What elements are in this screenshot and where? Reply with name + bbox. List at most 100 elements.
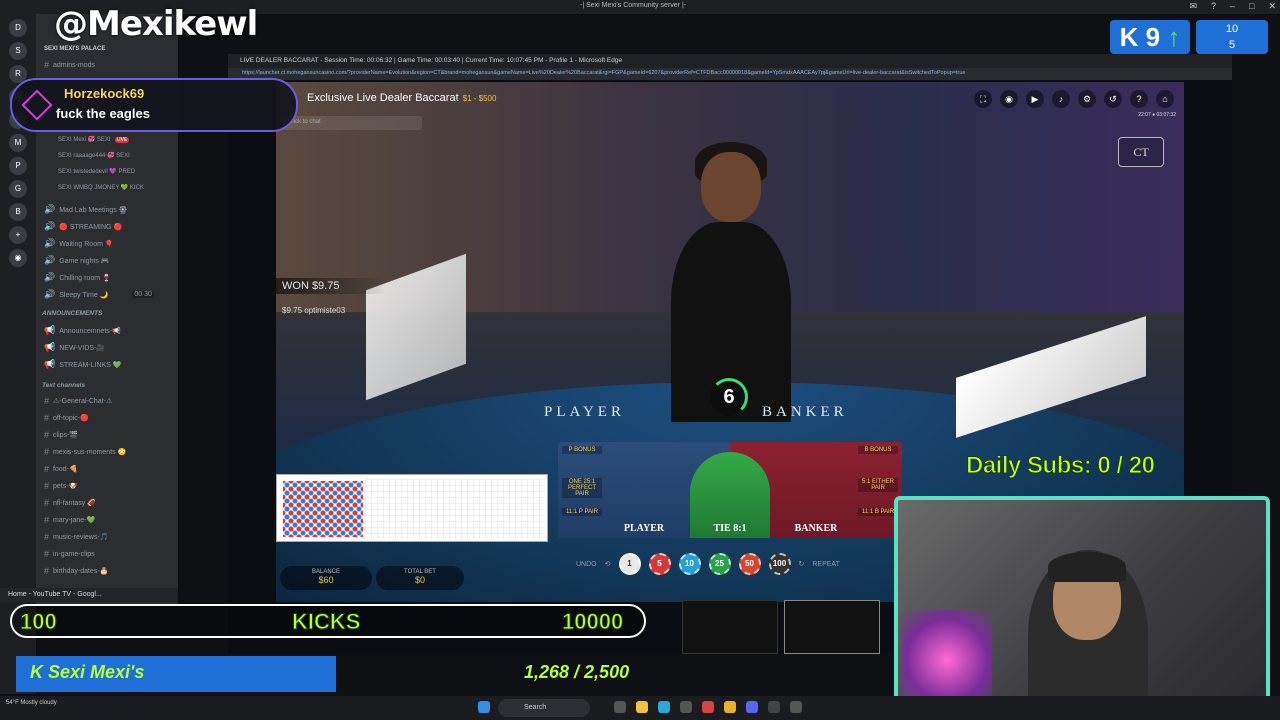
fullscreen-icon[interactable]: ⛶ (974, 90, 992, 108)
speaker-icon: 🔊 (44, 221, 56, 231)
camera-icon[interactable]: ◉ (1000, 90, 1018, 108)
server-icon[interactable]: P (9, 157, 27, 175)
server-icon[interactable]: B (9, 203, 27, 221)
discover-icon[interactable]: ◉ (9, 249, 27, 267)
side-p-pair[interactable]: 11:1 P PAIR (562, 508, 602, 516)
rgb-light (902, 610, 992, 710)
chat-input[interactable]: Click to chat (282, 116, 422, 130)
history-icon[interactable]: ↺ (1104, 90, 1122, 108)
server-name[interactable]: SEXI MEXI'S PALACE (44, 46, 105, 52)
video-icon[interactable]: ▶ (1026, 90, 1044, 108)
category-text-channels[interactable]: Text channels (42, 382, 85, 389)
side-either-pair[interactable]: 5:1 EITHER PAIR (858, 478, 898, 492)
voice-channel[interactable]: 🔊 🔴 STREAMING 🔴 (44, 221, 122, 232)
lobby-icon[interactable]: ⌂ (1156, 90, 1174, 108)
kick-followers-badge: K 9 ↑ (1110, 20, 1190, 54)
voice-channel[interactable]: 🔊 Chilling room 🍷 (44, 272, 111, 283)
chip-5[interactable]: 5 (648, 553, 671, 575)
chip-50[interactable]: 50 (738, 553, 761, 575)
voice-user[interactable]: SEXI WMBQ JMONEY 💚 KICK (58, 184, 144, 191)
chrome-icon[interactable] (724, 701, 736, 713)
settings-icon[interactable]: ⚙ (1078, 90, 1096, 108)
app-icon[interactable] (702, 701, 714, 713)
side-perfect-pair[interactable]: ONE 25:1 PERFECT PAIR (562, 478, 602, 498)
taskview-icon[interactable] (614, 701, 626, 713)
obs-icon[interactable] (768, 701, 780, 713)
chip-10[interactable]: 10 (678, 553, 701, 575)
side-b-pair[interactable]: 11:1 B PAIR (858, 508, 898, 516)
server-icon[interactable]: D (9, 19, 27, 37)
now-playing[interactable]: Home - YouTube TV - Googl... (0, 588, 178, 602)
server-icon[interactable]: M (9, 134, 27, 152)
voice-channel[interactable]: 🔊 Mad Lab Meetings 🎡 (44, 204, 127, 215)
text-channel[interactable]: # clips-🎬 (44, 430, 78, 440)
chip-100[interactable]: 100 (768, 553, 791, 575)
sound-icon[interactable]: ♪ (1052, 90, 1070, 108)
help-icon[interactable]: ? (1130, 90, 1148, 108)
game-thumbnail[interactable] (682, 600, 778, 654)
undo-icon[interactable]: ⟲ (605, 560, 611, 568)
text-channel[interactable]: # food-🍕 (44, 464, 78, 474)
chat-username: Horzekock69 (64, 86, 145, 101)
voice-channel[interactable]: 🔊 Game nights 🎮 (44, 255, 110, 266)
text-channel[interactable]: # pets-🐶 (44, 481, 77, 491)
game-thumbnail[interactable] (784, 600, 880, 654)
explorer-icon[interactable] (636, 701, 648, 713)
text-channel[interactable]: # ⚠-General-Chat-⚠ (44, 396, 112, 406)
ct-logo: CT (1118, 137, 1164, 167)
text-channel[interactable]: # nfl-fantasy 🏈 (44, 498, 96, 508)
side-p-bonus[interactable]: P BONUS (562, 446, 602, 454)
repeat-button[interactable]: REPEAT (812, 561, 840, 568)
category-announcements[interactable]: ANNOUNCEMENTS (42, 310, 102, 317)
speaker-icon: 🔊 (44, 272, 56, 282)
help-icon[interactable]: ? (1211, 1, 1216, 12)
chat-popup: Horzekock69 fuck the eagles (10, 78, 298, 132)
text-channel[interactable]: # in-game-clips (44, 549, 95, 559)
voice-user[interactable]: SEXI Mexi 💞 SEXI LIVE (58, 136, 130, 143)
discord-icon[interactable] (746, 701, 758, 713)
chip-25[interactable]: 25 (708, 553, 731, 575)
daily-subs-goal: Daily Subs: 0 / 20 (965, 452, 1155, 480)
hash-icon: # (44, 515, 50, 525)
text-channel[interactable]: # mary-jane-💚 (44, 515, 95, 525)
undo-button[interactable]: UNDO (576, 561, 597, 568)
taskbar-search[interactable]: Search (498, 699, 590, 717)
chip-tray: UNDO ⟲ 1 5 10 25 50 100 ↻ REPEAT (576, 552, 840, 576)
channel-stream-links[interactable]: 📢 STREAM-LINKS 💚 (44, 359, 122, 370)
text-channel[interactable]: # off-topic-🔴 (44, 413, 89, 423)
channel-new-vids[interactable]: 📢 NEW-VIDS-🎥 (44, 342, 105, 353)
channel-announcements[interactable]: 📢 Announcemnets-📢 (44, 325, 121, 336)
speaker-icon: 🔊 (44, 289, 56, 299)
server-icon[interactable]: S (9, 42, 27, 60)
voice-channel[interactable]: 🔊 Sleepy Time 🌙 00 30 (44, 289, 154, 300)
minimize-icon[interactable]: – (1230, 1, 1235, 12)
text-channel[interactable]: # birthday-dates-🎂 (44, 566, 108, 576)
window-title: -| Sexi Mexi's Community server |- (580, 2, 687, 9)
big-road (365, 479, 543, 539)
channel-admins-mods[interactable]: # admins-mods (44, 60, 95, 70)
text-channel[interactable]: # mexis-sus-moments 😳 (44, 447, 126, 457)
bet-tie[interactable]: TIE 8:1 (690, 452, 770, 538)
close-icon[interactable]: ✕ (1268, 1, 1276, 12)
scoreboard-roadmap[interactable] (276, 474, 548, 542)
address-bar[interactable]: https://launcher.ct.mohegansuncasino.com… (228, 68, 1232, 80)
server-icon[interactable]: G (9, 180, 27, 198)
text-channel[interactable]: # music-reviews-🎵 (44, 532, 108, 542)
voice-channel[interactable]: 🔊 Waiting Room 🎈 (44, 238, 114, 249)
edge-icon[interactable] (658, 701, 670, 713)
app-icon[interactable] (790, 701, 802, 713)
weather-widget[interactable]: 54°F Mostly cloudy (6, 700, 57, 706)
balance-display: BALANCE $60 (280, 566, 372, 590)
voice-user[interactable]: SEXI raaaage444 💞 SEXI (58, 152, 130, 159)
windows-start-icon[interactable] (478, 701, 490, 713)
repeat-icon[interactable]: ↻ (799, 560, 805, 568)
streamer-handle: @Mexikewl (54, 4, 258, 44)
chip-1[interactable]: 1 (618, 553, 641, 575)
inbox-icon[interactable]: ✉ (1189, 1, 1197, 12)
side-b-bonus[interactable]: B BONUS (858, 446, 898, 454)
store-icon[interactable] (680, 701, 692, 713)
maximize-icon[interactable]: □ (1249, 1, 1254, 12)
felt-banker-label: BANKER (762, 404, 848, 420)
add-server-icon[interactable]: + (9, 226, 27, 244)
voice-user[interactable]: SEXI twistededevil 💜 PRED (58, 168, 135, 175)
